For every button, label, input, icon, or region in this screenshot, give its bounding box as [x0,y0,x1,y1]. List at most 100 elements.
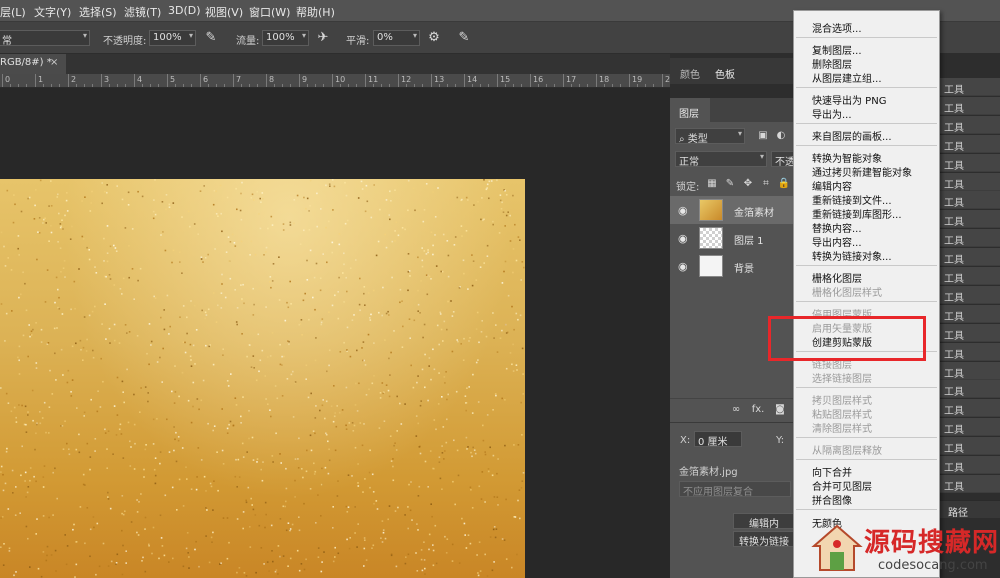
convert-to-linked-button[interactable]: 转换为链接 [733,531,795,547]
lock-paint-icon[interactable]: ✎ [722,176,738,192]
smooth-input[interactable]: 0% ▾ [373,30,420,46]
link-layers-icon[interactable]: ∞ [728,402,744,418]
gold-speckle [481,320,483,322]
menu-3d[interactable]: 3D(D) [168,4,201,17]
tool-list-item[interactable]: 工具 [940,153,1000,172]
tool-list-item[interactable]: 工具 [940,474,1000,493]
context-menu-item[interactable]: 混合选项... [812,20,862,35]
menu-view[interactable]: 视图(V) [205,4,243,20]
menu-type[interactable]: 文字(Y) [34,4,71,20]
blend-mode-select[interactable]: 常 ▾ [0,30,90,46]
context-menu-item[interactable]: 来自图层的画板... [812,128,892,143]
tool-list-item[interactable]: 工具 [940,210,1000,229]
context-menu-item[interactable]: 快速导出为 PNG [812,92,886,107]
gold-speckle [407,527,409,530]
airbrush-icon[interactable]: ✈ [315,30,331,46]
canvas-area[interactable] [0,88,670,578]
add-mask-icon[interactable]: ◙ [772,402,788,418]
edit-contents-button[interactable]: 编辑内 [733,513,795,529]
gold-speckle [317,494,319,496]
menu-help[interactable]: 帮助(H) [296,4,335,20]
gold-speckle [66,381,69,384]
context-menu-item[interactable]: 转换为智能对象 [812,150,882,165]
context-menu-item[interactable]: 导出为... [812,106,852,121]
gear-icon[interactable]: ⚙ [426,30,442,46]
menu-select[interactable]: 选择(S) [79,4,117,20]
eye-icon[interactable]: ◉ [678,260,688,273]
context-menu-item[interactable]: 替换内容... [812,220,862,235]
flow-input[interactable]: 100% ▾ [262,30,309,46]
tool-list-item[interactable]: 工具 [940,78,1000,96]
context-menu-item[interactable]: 通过拷贝新建智能对象 [812,164,912,179]
tool-list-item[interactable]: 工具 [940,96,1000,115]
tool-list-item[interactable]: 工具 [940,380,1000,399]
tab-color[interactable]: 颜色 [680,66,700,81]
layer-row[interactable]: ◉ 背景 [670,252,795,280]
layer-blend-select[interactable]: 正常 ▾ [675,151,767,167]
pressure-size-icon[interactable]: ✎ [456,30,472,46]
gold-speckle [84,542,86,545]
tool-list-item[interactable]: 工具 [940,323,1000,342]
fx-icon[interactable]: fx. [750,402,766,418]
tool-list-item[interactable]: 工具 [940,285,1000,304]
menu-layer[interactable]: 层(L) [0,4,26,20]
eye-icon[interactable]: ◉ [678,232,688,245]
lock-move-icon[interactable]: ✥ [740,176,756,192]
pressure-opacity-icon[interactable]: ✎ [203,30,219,46]
layer-filter-select[interactable]: ⌕ 类型 ▾ [675,128,745,144]
tool-list-item[interactable]: 工具 [940,456,1000,474]
layer-row[interactable]: ◉ 金箔素材 [670,196,795,224]
tool-list-item[interactable]: 工具 [940,229,1000,248]
document-tab[interactable]: RGB/8#) * × [0,54,66,74]
context-menu-item[interactable]: 合并可见图层 [812,478,872,493]
lock-artboard-icon[interactable]: ⌗ [758,176,774,192]
gold-speckle [133,298,135,300]
context-menu-item[interactable]: 编辑内容 [812,178,852,193]
context-menu-item[interactable]: 栅格化图层 [812,270,862,285]
context-menu-item[interactable]: 从图层建立组... [812,70,882,85]
tool-list-item[interactable]: 工具 [940,361,1000,380]
close-icon[interactable]: × [50,57,58,68]
tool-list-item[interactable]: 工具 [940,248,1000,267]
filter-adjustment-icon[interactable]: ◐ [773,128,789,144]
context-menu-item[interactable]: 重新链接到库图形... [812,206,902,221]
opacity-input[interactable]: 100% ▾ [149,30,196,46]
gold-speckle [494,393,497,395]
layer-comp-select[interactable]: 不应用图层复合 [679,481,791,497]
tool-list-item[interactable]: 工具 [940,134,1000,153]
context-menu-item[interactable]: 重新链接到文件... [812,192,892,207]
tool-list-item[interactable]: 工具 [940,418,1000,437]
gold-speckle [271,455,274,457]
tool-list-item[interactable]: 工具 [940,437,1000,456]
tool-list-item[interactable]: 工具 [940,399,1000,418]
tool-list-item[interactable]: 工具 [940,172,1000,191]
lock-transparent-icon[interactable]: ▦ [704,176,720,192]
tool-list-item[interactable]: 工具 [940,342,1000,361]
layer-row[interactable]: ◉ 图层 1 [670,224,795,252]
tab-layers[interactable]: 图层 [670,98,710,122]
gold-speckle [504,399,506,401]
eye-icon[interactable]: ◉ [678,204,688,217]
lock-all-icon[interactable]: 🔒 [776,176,792,192]
context-menu-item[interactable]: 导出内容... [812,234,862,249]
tool-list-item[interactable]: 工具 [940,115,1000,134]
gold-speckle [43,465,46,467]
gold-speckle [477,572,479,574]
x-position-input[interactable]: 0 厘米 [694,431,742,447]
menu-filter[interactable]: 滤镜(T) [124,4,161,20]
tool-list-item[interactable]: 工具 [940,304,1000,323]
tool-list-label: 工具 [944,122,964,134]
tool-list-item[interactable]: 工具 [940,267,1000,285]
context-menu-item[interactable]: 拼合图像 [812,492,852,507]
menu-window[interactable]: 窗口(W) [249,4,290,20]
tab-paths[interactable]: 路径 [948,504,968,519]
tab-swatches[interactable]: 色板 [715,66,735,81]
context-menu-item[interactable]: 向下合并 [812,464,852,479]
layer-opacity-input[interactable]: 不透 [771,151,795,167]
context-menu-item[interactable]: 转换为链接对象... [812,248,892,263]
context-menu-item[interactable]: 复制图层... [812,42,862,57]
filter-pixel-icon[interactable]: ▣ [755,128,771,144]
tool-list-item[interactable]: 工具 [940,191,1000,210]
gold-speckle [504,323,507,326]
context-menu-item[interactable]: 删除图层 [812,56,852,71]
